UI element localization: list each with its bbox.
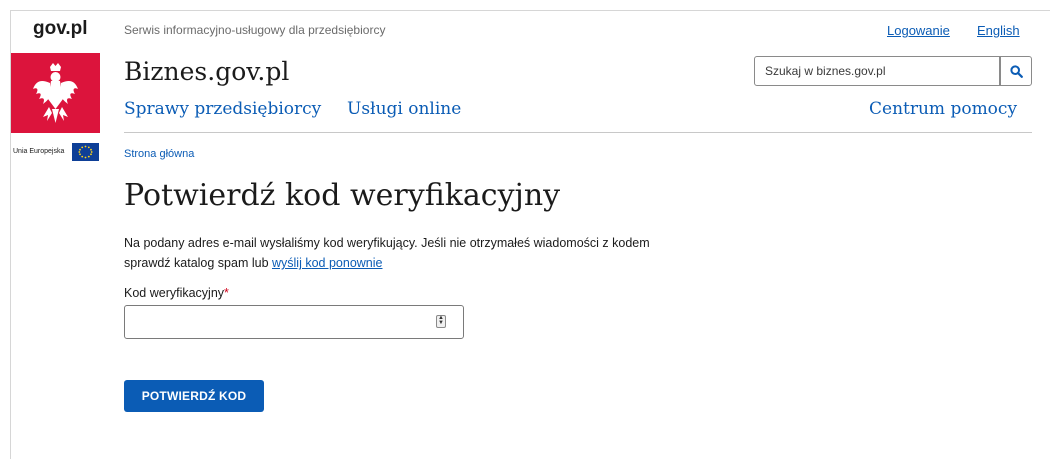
search-button[interactable] — [1000, 56, 1032, 86]
verification-code-label: Kod weryfikacyjny* — [124, 286, 229, 300]
number-spinner-icon[interactable]: ▲ ▼ — [436, 315, 446, 328]
required-asterisk: * — [224, 286, 229, 300]
description-text: Na podany adres e-mail wysłaliśmy kod we… — [124, 236, 650, 270]
page-title: Potwierdź kod weryfikacyjny — [124, 178, 561, 213]
nav-sprawy-przedsiebiorcy[interactable]: Sprawy przedsiębiorcy — [124, 99, 321, 119]
window-top-border — [10, 10, 1050, 11]
eagle-icon — [33, 63, 78, 123]
nav-divider — [124, 132, 1032, 133]
eu-label: Unia Europejska — [13, 148, 65, 155]
search-input[interactable] — [754, 56, 1000, 86]
language-english-link[interactable]: English — [977, 23, 1020, 38]
gov-pl-logo[interactable]: gov.pl — [33, 18, 88, 40]
verification-code-input[interactable] — [124, 305, 464, 339]
eu-flag-icon — [72, 143, 99, 161]
service-description: Serwis informacyjno-usługowy dla przedsi… — [124, 23, 386, 37]
polish-eagle-emblem — [11, 53, 100, 133]
nav-uslugi-online[interactable]: Usługi online — [347, 99, 461, 119]
field-label-text: Kod weryfikacyjny — [124, 286, 225, 300]
breadcrumb-home-link[interactable]: Strona główna — [124, 148, 194, 160]
search-icon — [1009, 64, 1023, 78]
resend-code-link[interactable]: wyślij kod ponownie — [272, 256, 382, 270]
verification-description: Na podany adres e-mail wysłaliśmy kod we… — [124, 233, 684, 273]
site-title[interactable]: Biznes.gov.pl — [124, 57, 289, 86]
confirm-code-button[interactable]: POTWIERDŹ KOD — [124, 380, 264, 412]
login-link[interactable]: Logowanie — [887, 23, 950, 38]
nav-centrum-pomocy[interactable]: Centrum pomocy — [869, 99, 1017, 119]
